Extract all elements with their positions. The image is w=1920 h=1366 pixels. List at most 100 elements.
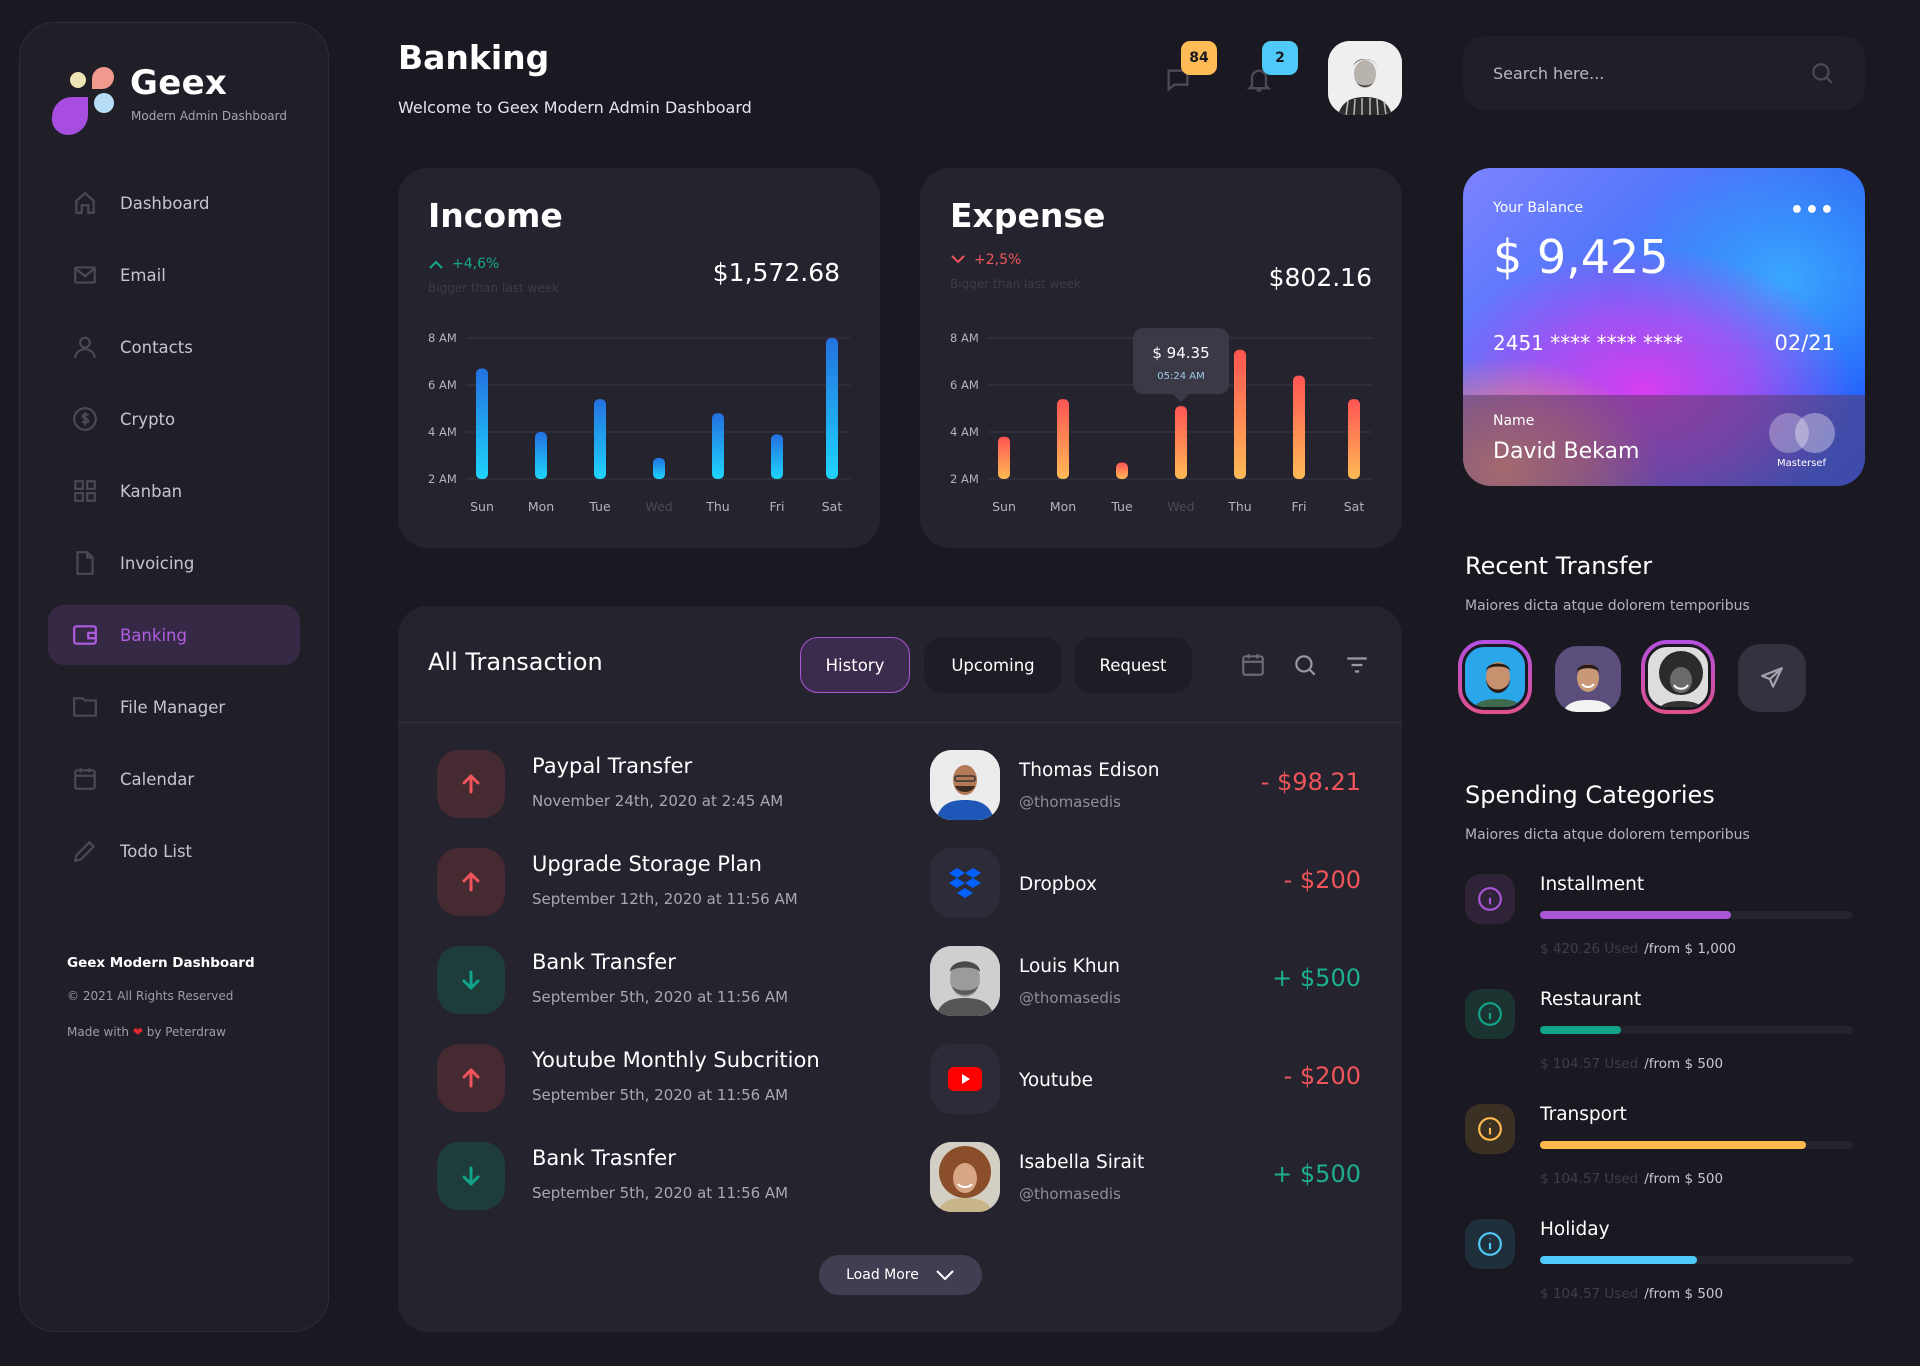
category-name: Transport xyxy=(1540,1104,1627,1125)
chart-tooltip: $ 94.35 05:24 AM xyxy=(1133,328,1229,403)
recent-contact-3[interactable] xyxy=(1641,640,1715,714)
transaction-party: Louis Khun xyxy=(1019,956,1120,977)
sidebar: Geex Modern Admin Dashboard Dashboard Em… xyxy=(19,22,329,1332)
user-avatar[interactable] xyxy=(1328,41,1402,115)
x-tick-label: Wed xyxy=(1167,499,1194,514)
category-progress-track xyxy=(1540,1026,1853,1034)
transaction-party: Isabella Sirait xyxy=(1019,1152,1145,1173)
sidebar-item-dashboard[interactable]: Dashboard xyxy=(48,173,300,233)
income-trend: +4,6% xyxy=(428,256,499,272)
bar-sun[interactable] xyxy=(476,368,488,479)
transaction-row[interactable]: Youtube Monthly Subcrition September 5th,… xyxy=(437,1044,1397,1114)
sidebar-item-banking[interactable]: Banking xyxy=(48,605,300,665)
category-usage: $ 420.26 Used/from $ 1,000 xyxy=(1540,941,1736,957)
x-tick-label: Tue xyxy=(588,499,611,514)
notifications-badge: 2 xyxy=(1262,41,1298,75)
sidebar-item-label: Dashboard xyxy=(120,193,210,213)
y-tick-label: 4 AM xyxy=(428,425,457,439)
y-tick-label: 2 AM xyxy=(950,472,979,486)
made-suffix: by Peterdraw xyxy=(146,1025,226,1039)
x-tick-label: Fri xyxy=(770,499,785,514)
sidebar-item-email[interactable]: Email xyxy=(48,245,300,305)
sidebar-item-calendar[interactable]: Calendar xyxy=(48,749,300,809)
bar-tue[interactable] xyxy=(1116,462,1128,479)
category-name: Restaurant xyxy=(1540,989,1642,1010)
sidebar-item-label: Banking xyxy=(120,625,187,645)
transaction-row[interactable]: Upgrade Storage Plan September 12th, 2020… xyxy=(437,848,1397,918)
sidebar-item-label: Calendar xyxy=(120,769,195,789)
avatar-louis-icon xyxy=(930,946,1000,1016)
calendar-icon[interactable] xyxy=(1240,652,1266,678)
spending-category[interactable]: Holiday $ 104.57 Used/from $ 500 xyxy=(1465,1219,1865,1309)
transaction-row[interactable]: Paypal Transfer November 24th, 2020 at 2:… xyxy=(437,750,1397,820)
sidebar-item-kanban[interactable]: Kanban xyxy=(48,461,300,521)
bar-tue[interactable] xyxy=(594,399,606,479)
category-progress-fill xyxy=(1540,1026,1622,1034)
more-options-icon[interactable]: ••• xyxy=(1790,198,1835,223)
bar-fri[interactable] xyxy=(771,434,783,479)
bar-sat[interactable] xyxy=(826,338,838,479)
card-holder-name: David Bekam xyxy=(1493,439,1640,464)
load-more-button[interactable]: Load More xyxy=(819,1255,982,1295)
recent-contact-1[interactable] xyxy=(1458,640,1532,714)
transaction-party: Youtube xyxy=(1019,1070,1093,1091)
tab-history[interactable]: History xyxy=(800,637,910,693)
sidebar-item-invoicing[interactable]: Invoicing xyxy=(48,533,300,593)
bar-mon[interactable] xyxy=(1057,399,1069,479)
y-tick-label: 8 AM xyxy=(428,331,457,345)
contact-avatar xyxy=(1645,644,1711,710)
sidebar-item-file-manager[interactable]: File Manager xyxy=(48,677,300,737)
balance-card[interactable]: Your Balance ••• $ 9,425 2451 **** **** … xyxy=(1463,168,1865,486)
category-progress-track xyxy=(1540,1141,1853,1149)
spending-category[interactable]: Transport $ 104.57 Used/from $ 500 xyxy=(1465,1104,1865,1194)
recent-contact-2[interactable] xyxy=(1555,646,1621,712)
x-tick-label: Sat xyxy=(1344,499,1365,514)
contact-photo-icon xyxy=(1474,662,1522,707)
card-network: Mastersef xyxy=(1777,458,1827,469)
search-input[interactable] xyxy=(1493,63,1809,83)
send-money-button[interactable] xyxy=(1738,644,1806,712)
category-usage: $ 104.57 Used/from $ 500 xyxy=(1540,1171,1723,1187)
transaction-amount: + $500 xyxy=(1272,964,1361,992)
category-usage: $ 104.57 Used/from $ 500 xyxy=(1540,1056,1723,1072)
sidebar-item-contacts[interactable]: Contacts xyxy=(48,317,300,377)
expense-amount: $802.16 xyxy=(1268,263,1372,292)
sidebar-item-label: Todo List xyxy=(120,841,193,861)
transaction-party: Dropbox xyxy=(1019,874,1097,895)
filter-icon[interactable] xyxy=(1344,652,1370,678)
bar-wed[interactable] xyxy=(1175,406,1187,479)
mastercard-logo-icon xyxy=(1769,413,1835,453)
income-chart: 2 AM 4 AM 6 AM 8 AM Sun Mon Tue Wed Thu Fri Sat xyxy=(428,331,850,514)
contact-avatar xyxy=(1462,644,1528,710)
bar-sat[interactable] xyxy=(1348,399,1360,479)
bar-thu[interactable] xyxy=(1234,349,1246,479)
chevron-down-icon xyxy=(951,255,965,264)
bar-sun[interactable] xyxy=(998,436,1010,479)
spending-subtitle: Maiores dicta atque dolorem temporibus xyxy=(1465,827,1750,843)
sidebar-item-crypto[interactable]: Crypto xyxy=(48,389,300,449)
divider xyxy=(398,722,1402,723)
bar-fri[interactable] xyxy=(1293,375,1305,479)
transaction-row[interactable]: Bank Trasnfer September 5th, 2020 at 11:5… xyxy=(437,1142,1397,1212)
info-icon xyxy=(1478,1002,1502,1026)
transaction-row[interactable]: Bank Transfer September 5th, 2020 at 11:5… xyxy=(437,946,1397,1016)
search-icon[interactable] xyxy=(1809,60,1835,86)
y-tick-label: 8 AM xyxy=(950,331,979,345)
bar-wed[interactable] xyxy=(653,457,665,479)
transaction-direction xyxy=(437,1044,505,1112)
category-icon-box xyxy=(1465,989,1515,1039)
bar-thu[interactable] xyxy=(712,413,724,479)
transaction-handle: @thomasedis xyxy=(1019,793,1121,811)
spending-category[interactable]: Installment $ 420.26 Used/from $ 1,000 xyxy=(1465,874,1865,964)
category-icon-box xyxy=(1465,874,1515,924)
sidebar-item-label: Invoicing xyxy=(120,553,195,573)
tab-request[interactable]: Request xyxy=(1074,637,1192,693)
sidebar-item-todo-list[interactable]: Todo List xyxy=(48,821,300,881)
category-used: $ 420.26 Used xyxy=(1540,941,1639,957)
bar-mon[interactable] xyxy=(535,432,547,479)
page-subtitle: Welcome to Geex Modern Admin Dashboard xyxy=(398,98,752,117)
tab-upcoming[interactable]: Upcoming xyxy=(924,637,1062,693)
x-tick-label: Sun xyxy=(992,499,1016,514)
search-icon[interactable] xyxy=(1292,652,1318,678)
spending-category[interactable]: Restaurant $ 104.57 Used/from $ 500 xyxy=(1465,989,1865,1079)
